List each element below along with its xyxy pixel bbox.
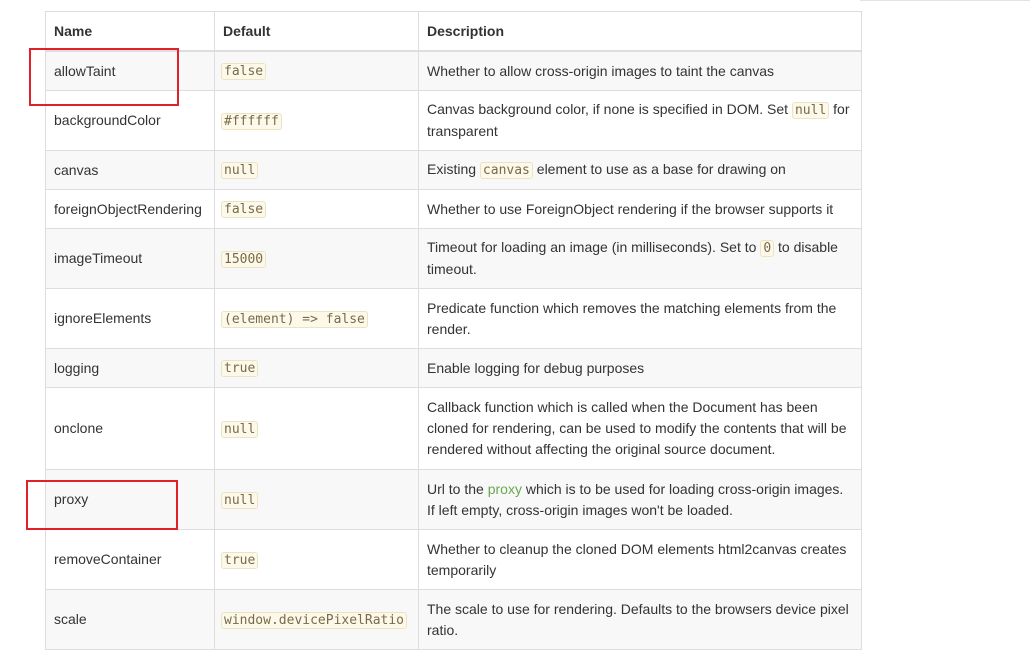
- description-text: Whether to use ForeignObject rendering i…: [427, 200, 834, 217]
- table-row: allowTaint false Whether to allow cross-…: [45, 50, 862, 91]
- inline-code: 0: [760, 240, 775, 257]
- proxy-link[interactable]: proxy: [488, 481, 522, 497]
- table-row: canvas null Existing canvas element to u…: [45, 150, 862, 190]
- option-description: Enable logging for debug purposes: [418, 348, 862, 388]
- option-description: Url to the proxy which is to be used for…: [418, 469, 862, 530]
- option-description: Whether to cleanup the cloned DOM elemen…: [418, 529, 862, 590]
- option-description: The scale to use for rendering. Defaults…: [418, 589, 862, 650]
- option-default: true: [221, 360, 259, 377]
- option-description: Whether to use ForeignObject rendering i…: [418, 189, 862, 229]
- option-default: false: [221, 201, 267, 218]
- option-default-cell: true: [214, 348, 419, 388]
- option-description: Existing canvas element to use as a base…: [418, 150, 862, 190]
- option-name: imageTimeout: [45, 228, 215, 289]
- option-default-cell: null: [214, 387, 419, 470]
- description-text: Callback function which is called when t…: [427, 399, 847, 457]
- option-default: #ffffff: [221, 112, 282, 130]
- table-row: backgroundColor #ffffff Canvas backgroun…: [45, 90, 862, 151]
- table-row: imageTimeout 15000 Timeout for loading a…: [45, 228, 862, 289]
- table-body: allowTaint false Whether to allow cross-…: [45, 50, 862, 650]
- option-description: Callback function which is called when t…: [418, 387, 862, 470]
- option-default-cell: window.devicePixelRatio: [214, 589, 419, 650]
- option-name: scale: [45, 589, 215, 650]
- table-row: logging true Enable logging for debug pu…: [45, 348, 862, 388]
- option-default: window.devicePixelRatio: [221, 611, 408, 629]
- description-text: Predicate function which removes the mat…: [427, 299, 837, 337]
- column-header-default: Default: [214, 11, 419, 52]
- option-name: removeContainer: [45, 529, 215, 590]
- option-name: ignoreElements: [45, 288, 215, 349]
- table-row: proxy null Url to the proxy which is to …: [45, 469, 862, 530]
- option-name: backgroundColor: [45, 90, 215, 151]
- option-name: onclone: [45, 387, 215, 470]
- inline-code: null: [791, 102, 830, 119]
- inline-code: canvas: [479, 162, 533, 179]
- table-row: onclone null Callback function which is …: [45, 387, 862, 470]
- column-header-name: Name: [45, 11, 215, 52]
- description-text: Timeout for loading an image (in millise…: [427, 239, 761, 255]
- option-name: proxy: [45, 469, 215, 530]
- description-text: Canvas background color, if none is spec…: [427, 101, 792, 117]
- table-row: ignoreElements (element) => false Predic…: [45, 288, 862, 349]
- description-text: Url to the: [427, 480, 488, 497]
- option-default: true: [221, 551, 259, 569]
- header-row: Name Default Description: [45, 11, 862, 52]
- option-default-cell: #ffffff: [214, 90, 419, 151]
- option-default-cell: null: [214, 469, 419, 530]
- option-description: Predicate function which removes the mat…: [418, 288, 862, 349]
- option-name: allowTaint: [45, 50, 215, 91]
- table-row: scale window.devicePixelRatio The scale …: [45, 589, 862, 650]
- description-text: The scale to use for rendering. Defaults…: [427, 600, 849, 638]
- options-table: Name Default Description allowTaint fals…: [45, 11, 862, 650]
- option-name: foreignObjectRendering: [45, 189, 215, 229]
- description-text: Enable logging for debug purposes: [427, 359, 645, 376]
- option-default: null: [221, 420, 259, 438]
- option-description: Whether to allow cross-origin images to …: [418, 50, 862, 91]
- option-default: null: [221, 491, 259, 509]
- option-default-cell: null: [214, 150, 419, 190]
- page-divider: [860, 0, 1030, 1]
- option-default-cell: 15000: [214, 228, 419, 289]
- table-row: foreignObjectRendering false Whether to …: [45, 189, 862, 229]
- description-text: Whether to cleanup the cloned DOM elemen…: [427, 540, 847, 578]
- option-default: (element) => false: [221, 310, 368, 328]
- table-row: removeContainer true Whether to cleanup …: [45, 529, 862, 590]
- option-description: Timeout for loading an image (in millise…: [418, 228, 862, 289]
- column-header-description: Description: [418, 11, 862, 52]
- option-default-cell: true: [214, 529, 419, 590]
- description-text: element to use as a base for drawing on: [532, 161, 786, 177]
- option-default: 15000: [221, 250, 267, 268]
- option-description: Canvas background color, if none is spec…: [418, 90, 862, 151]
- option-default-cell: false: [214, 189, 419, 229]
- option-default: false: [221, 63, 267, 80]
- table-header: Name Default Description: [45, 11, 862, 52]
- option-name: canvas: [45, 150, 215, 190]
- option-default-cell: (element) => false: [214, 288, 419, 349]
- description-text: Existing: [427, 161, 480, 177]
- description-text: Whether to allow cross-origin images to …: [427, 62, 775, 79]
- option-name: logging: [45, 348, 215, 388]
- option-default: null: [221, 162, 259, 179]
- option-default-cell: false: [214, 50, 419, 91]
